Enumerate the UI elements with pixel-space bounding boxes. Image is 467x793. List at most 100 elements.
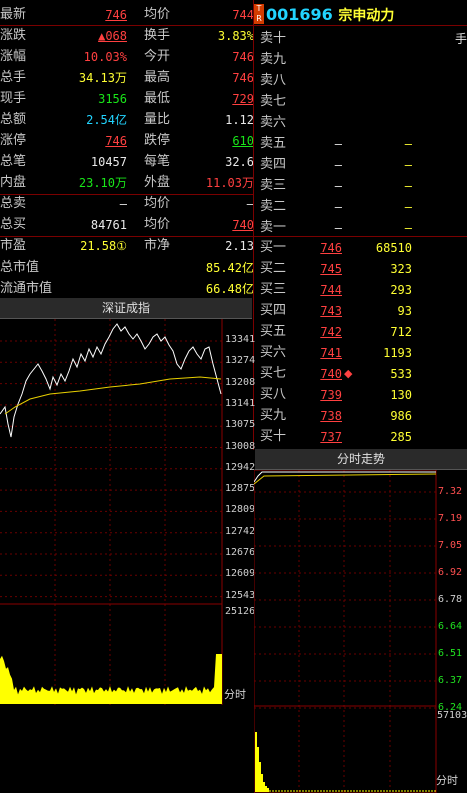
buy-level-label[interactable]: 买七: [260, 364, 286, 384]
sell-price: [300, 113, 342, 133]
buy-level-label[interactable]: 买十: [260, 427, 286, 447]
buy-level-label[interactable]: 买三: [260, 280, 286, 300]
cap-label: 总市值: [0, 260, 40, 275]
quote-value: ▲068: [98, 29, 127, 43]
index-y-tick: 12609: [225, 568, 256, 580]
buy-price[interactable]: 745: [300, 259, 342, 279]
quote-label: 换手: [144, 28, 171, 43]
buy-level-label[interactable]: 买一: [260, 238, 286, 258]
cap-value: 66.48亿: [205, 282, 254, 296]
stock-name: 宗申动力: [338, 8, 395, 24]
cap-label: 流通市值: [0, 281, 53, 296]
sell-level-label[interactable]: 卖二: [260, 197, 286, 217]
index-y-tick: 12942: [225, 461, 256, 473]
sell-price: –: [334, 137, 342, 151]
index-y-tick: 13341: [225, 334, 256, 345]
stock-vol-max: 57103: [437, 710, 467, 721]
quote-value: 729: [232, 92, 254, 106]
buy-volume: 712: [390, 325, 412, 339]
divider: [0, 25, 467, 26]
quote-label: 均价: [144, 7, 171, 22]
index-y-tick: 13075: [225, 419, 256, 431]
buy-price[interactable]: 741: [300, 343, 342, 363]
quote-value: 746: [232, 71, 254, 85]
buy-level-label[interactable]: 买二: [260, 259, 286, 279]
sell-price: [300, 50, 342, 70]
quote-value: 2.54亿: [86, 113, 127, 127]
buy-level-label[interactable]: 买八: [260, 385, 286, 405]
stock-title[interactable]: 001696 宗申动力: [266, 4, 394, 26]
quote-label: 均价: [144, 196, 171, 211]
quote-value: 10457: [90, 155, 127, 169]
sell-level-label[interactable]: 卖六: [260, 113, 286, 133]
sell-price: [300, 92, 342, 112]
stock-y-tick: 6.92: [438, 567, 463, 578]
buy-price[interactable]: 744: [300, 280, 342, 300]
price-line: [254, 471, 436, 483]
buy-price[interactable]: 743: [300, 301, 342, 321]
quote-value: 746: [105, 134, 127, 148]
buy-price[interactable]: 738: [300, 406, 342, 426]
stock-y-tick: 6.37: [438, 675, 463, 686]
chart-frame: [254, 470, 437, 793]
sell-volume: [360, 92, 412, 112]
sell-level-label[interactable]: 卖五: [260, 134, 286, 154]
tr-badge: TR: [254, 4, 264, 24]
buy-price[interactable]: 746: [300, 238, 342, 258]
index-chart[interactable]: [0, 319, 253, 705]
index-x-label: 分时: [224, 688, 246, 701]
index-y-tick: 12875: [225, 483, 256, 495]
stock-x-label: 分时: [436, 774, 458, 787]
stock-chart-title[interactable]: 分时走势: [255, 449, 467, 470]
buy-level-label[interactable]: 买六: [260, 343, 286, 363]
quote-label: 每笔: [144, 154, 171, 169]
sell-level-label[interactable]: 卖八: [260, 71, 286, 91]
index-y-tick: 12742: [225, 525, 256, 537]
buy-price[interactable]: 742: [300, 322, 342, 342]
buy-level-label[interactable]: 买五: [260, 322, 286, 342]
buy-price[interactable]: 737: [300, 427, 342, 447]
sell-volume: –: [404, 200, 412, 214]
quote-value: 744: [232, 8, 254, 22]
quote-value: 746: [232, 50, 254, 64]
buy-price[interactable]: 739: [300, 385, 342, 405]
header-right-char: 手: [455, 32, 467, 46]
quote-value: 23.10万: [78, 176, 127, 190]
buy-level-label[interactable]: 买四: [260, 301, 286, 321]
quote-value: 2.13: [225, 239, 254, 253]
buy-level-label[interactable]: 买九: [260, 406, 286, 426]
quote-label: 涨停: [0, 133, 27, 148]
quote-value: –: [119, 197, 127, 211]
sell-level-label[interactable]: 卖十: [260, 29, 286, 49]
quote-label: 总手: [0, 70, 27, 85]
index-y-tick: 12676: [225, 547, 256, 558]
sell-price: –: [334, 221, 342, 235]
buy-volume: 1193: [383, 346, 412, 360]
sell-level-label[interactable]: 卖三: [260, 176, 286, 196]
quote-value: 84761: [90, 218, 127, 232]
quote-label: 市盈: [0, 238, 27, 253]
sell-volume: [360, 50, 412, 70]
sell-level-label[interactable]: 卖九: [260, 50, 286, 70]
buy-volume: 986: [390, 409, 412, 423]
buy-price[interactable]: 740: [300, 364, 342, 384]
sell-volume: [360, 113, 412, 133]
sell-level-label[interactable]: 卖一: [260, 218, 286, 238]
cap-value: 85.42亿: [205, 261, 254, 275]
quote-label: 外盘: [144, 175, 171, 190]
quote-value: 610: [232, 134, 254, 148]
quote-label: 涨跌: [0, 28, 27, 43]
sell-level-label[interactable]: 卖四: [260, 155, 286, 175]
stock-chart[interactable]: [254, 470, 467, 793]
index-chart-title[interactable]: 深证成指: [0, 298, 252, 319]
quote-label: 均价: [144, 217, 171, 232]
sell-level-label[interactable]: 卖七: [260, 92, 286, 112]
stock-y-tick: 7.32: [438, 486, 463, 497]
volume-area: [0, 654, 222, 704]
buy-volume: 68510: [375, 241, 412, 255]
sell-volume: –: [404, 137, 412, 151]
quote-value: 746: [105, 8, 127, 22]
quote-value: 11.03万: [205, 176, 254, 190]
quote-label: 今开: [144, 49, 171, 64]
buy-volume: 323: [390, 262, 412, 276]
